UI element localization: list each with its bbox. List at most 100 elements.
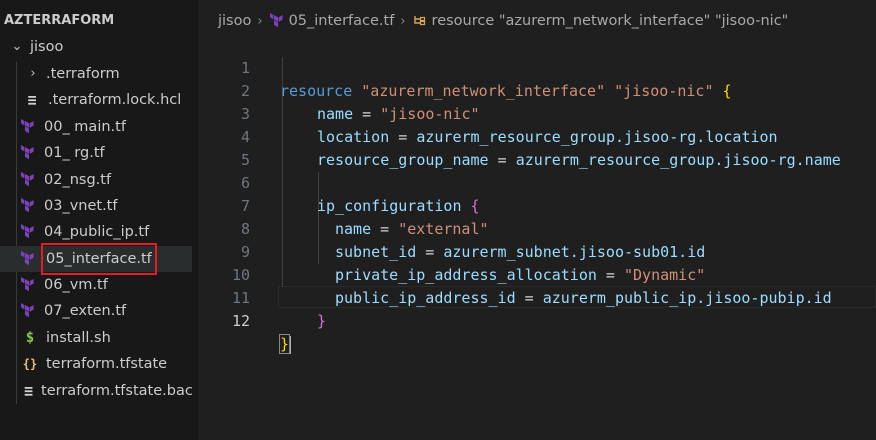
indent-guide: [318, 172, 319, 264]
tree-item-label: install.sh: [46, 330, 111, 346]
tree-item-label: 03_vnet.tf: [44, 198, 118, 214]
code-line: 11 }: [198, 264, 326, 330]
token-reference: azurerm_resource_group.jisoo-rg.name: [515, 151, 841, 169]
code-line: 6 ip_configuration {: [198, 149, 480, 215]
vscode-window: AZTERRAFORM ⌄ jisoo › .terraform ≡ .terr…: [0, 0, 876, 440]
line-number-active: 12: [231, 312, 250, 330]
terraform-icon: [20, 198, 36, 214]
chevron-right-icon: ›: [30, 66, 36, 81]
line-text: ip_configuration {: [317, 195, 480, 218]
code-line: 2 name = "jisoo-nic": [198, 57, 480, 123]
tree-item-label: 00_ main.tf: [44, 119, 126, 135]
tree-item-label: terraform.tfstate: [46, 356, 168, 372]
tree-file-vm-tf[interactable]: 06_vm.tf: [0, 272, 198, 298]
line-text: location = azurerm_resource_group.jisoo-…: [317, 126, 778, 149]
terraform-icon: [20, 145, 36, 161]
code-line: 10 public_ip_address_id = azurerm_public…: [198, 241, 832, 307]
token-attribute: name: [317, 105, 354, 123]
token-operator: =: [353, 105, 381, 123]
token-attribute: private_ip_address_allocation: [335, 266, 597, 284]
token-keyword: resource: [280, 82, 353, 100]
breadcrumb-symbol[interactable]: resource "azurerm_network_interface" "ji…: [432, 13, 789, 29]
token-operator: =: [488, 151, 516, 169]
code-line: 1 resource "azurerm_network_interface" "…: [198, 34, 732, 100]
terraform-icon: [20, 303, 36, 319]
token-attribute: resource_group_name: [317, 151, 489, 169]
tree-file-interface-tf[interactable]: 05_interface.tf: [0, 243, 198, 275]
token-reference: azurerm_public_ip.jisoo-pubip.id: [542, 289, 832, 307]
terraform-icon: [20, 172, 36, 188]
line-text: }: [317, 310, 326, 333]
tree-item-label: 04_public_ip.tf: [44, 224, 150, 240]
explorer-root-title[interactable]: AZTERRAFORM: [0, 10, 114, 32]
tree-file-rg-tf[interactable]: 01_ rg.tf: [0, 140, 198, 166]
line-text: resource "azurerm_network_interface" "ji…: [280, 80, 732, 103]
chevron-right-icon: ›: [257, 13, 263, 29]
token-string: "Dynamic": [624, 266, 706, 284]
token-string: "jisoo-nic": [614, 82, 714, 100]
line-text: }: [278, 333, 292, 356]
line-text: name = "jisoo-nic": [317, 103, 480, 126]
tree-file-public-ip-tf[interactable]: 04_public_ip.tf: [0, 219, 198, 245]
token-string: "external": [398, 220, 489, 238]
tree-item-label: 07_exten.tf: [44, 303, 127, 319]
tree-file-install-sh[interactable]: $ install.sh: [0, 325, 198, 351]
symbol-structure-icon: [412, 13, 428, 29]
tree-folder-terraform[interactable]: › .terraform: [0, 61, 198, 87]
line-text: private_ip_address_allocation = "Dynamic…: [335, 264, 705, 287]
token-attribute: location: [317, 128, 390, 146]
token-string: "jisoo-nic": [380, 105, 480, 123]
token-operator: =: [416, 243, 444, 261]
tree-item-label: 06_vm.tf: [44, 277, 108, 293]
lines-file-icon: ≡: [24, 382, 34, 400]
explorer-sidebar: AZTERRAFORM ⌄ jisoo › .terraform ≡ .terr…: [0, 0, 198, 440]
tree-item-label: .terraform.lock.hcl: [48, 92, 182, 108]
terraform-icon: [20, 119, 36, 135]
tree-item-label: .terraform: [46, 66, 120, 82]
breadcrumb-file[interactable]: 05_interface.tf: [289, 13, 395, 29]
tree-folder-jisoo[interactable]: ⌄ jisoo: [0, 34, 198, 60]
token-reference: azurerm_resource_group.jisoo-rg.location: [416, 128, 778, 146]
line-text: resource_group_name = azurerm_resource_g…: [317, 149, 841, 172]
code-line: 7 name = "external": [198, 172, 489, 238]
token-attribute: name: [335, 220, 372, 238]
tree-item-label: terraform.tfstate.bac...: [41, 383, 198, 399]
code-line: 5: [198, 126, 270, 169]
terraform-icon: [20, 224, 36, 240]
line-text: public_ip_address_id = azurerm_public_ip…: [335, 287, 832, 310]
code-line: 3 location = azurerm_resource_group.jiso…: [198, 80, 778, 146]
token-operator: =: [515, 289, 543, 307]
tree-file-lock-hcl[interactable]: ≡ .terraform.lock.hcl: [0, 87, 198, 113]
line-text: subnet_id = azurerm_subnet.jisoo-sub01.i…: [335, 241, 705, 264]
tree-item-label: jisoo: [30, 39, 64, 55]
tree-file-tfstate-backup[interactable]: ≡ terraform.tfstate.bac...: [0, 378, 198, 404]
terraform-icon: [20, 277, 36, 293]
line-text: name = "external": [335, 218, 489, 241]
tree-file-main-tf[interactable]: 00_ main.tf: [0, 114, 198, 140]
token-attribute: ip_configuration: [317, 197, 462, 215]
breadcrumb: jisoo › 05_interface.tf › resource "azur…: [218, 10, 788, 32]
tree-file-exten-tf[interactable]: 07_exten.tf: [0, 298, 198, 324]
token-operator: =: [371, 220, 399, 238]
tree-item-label: 01_ rg.tf: [44, 145, 105, 161]
tree-item-label: 05_interface.tf: [41, 243, 157, 275]
tree-file-vnet-tf[interactable]: 03_vnet.tf: [0, 193, 198, 219]
terraform-icon: [20, 251, 36, 267]
terraform-icon: [269, 13, 285, 29]
lines-file-icon: ≡: [27, 91, 37, 109]
tree-item-label: 02_nsg.tf: [44, 172, 112, 188]
token-attribute: subnet_id: [335, 243, 417, 261]
token-string: "azurerm_network_interface": [361, 82, 606, 100]
token-attribute: public_ip_address_id: [335, 289, 516, 307]
token-operator: =: [389, 128, 417, 146]
breadcrumb-folder[interactable]: jisoo: [218, 13, 251, 29]
token-brace: {: [470, 197, 480, 215]
chevron-right-icon: ›: [400, 13, 406, 29]
code-editor[interactable]: jisoo › 05_interface.tf › resource "azur…: [198, 0, 876, 440]
tree-file-nsg-tf[interactable]: 02_nsg.tf: [0, 167, 198, 193]
code-line: 9 private_ip_address_allocation = "Dynam…: [198, 218, 705, 284]
token-brace: }: [278, 334, 291, 354]
tree-file-tfstate[interactable]: {} terraform.tfstate: [0, 351, 198, 377]
dollar-icon: $: [25, 330, 35, 346]
code-line: 12 }: [198, 287, 292, 354]
